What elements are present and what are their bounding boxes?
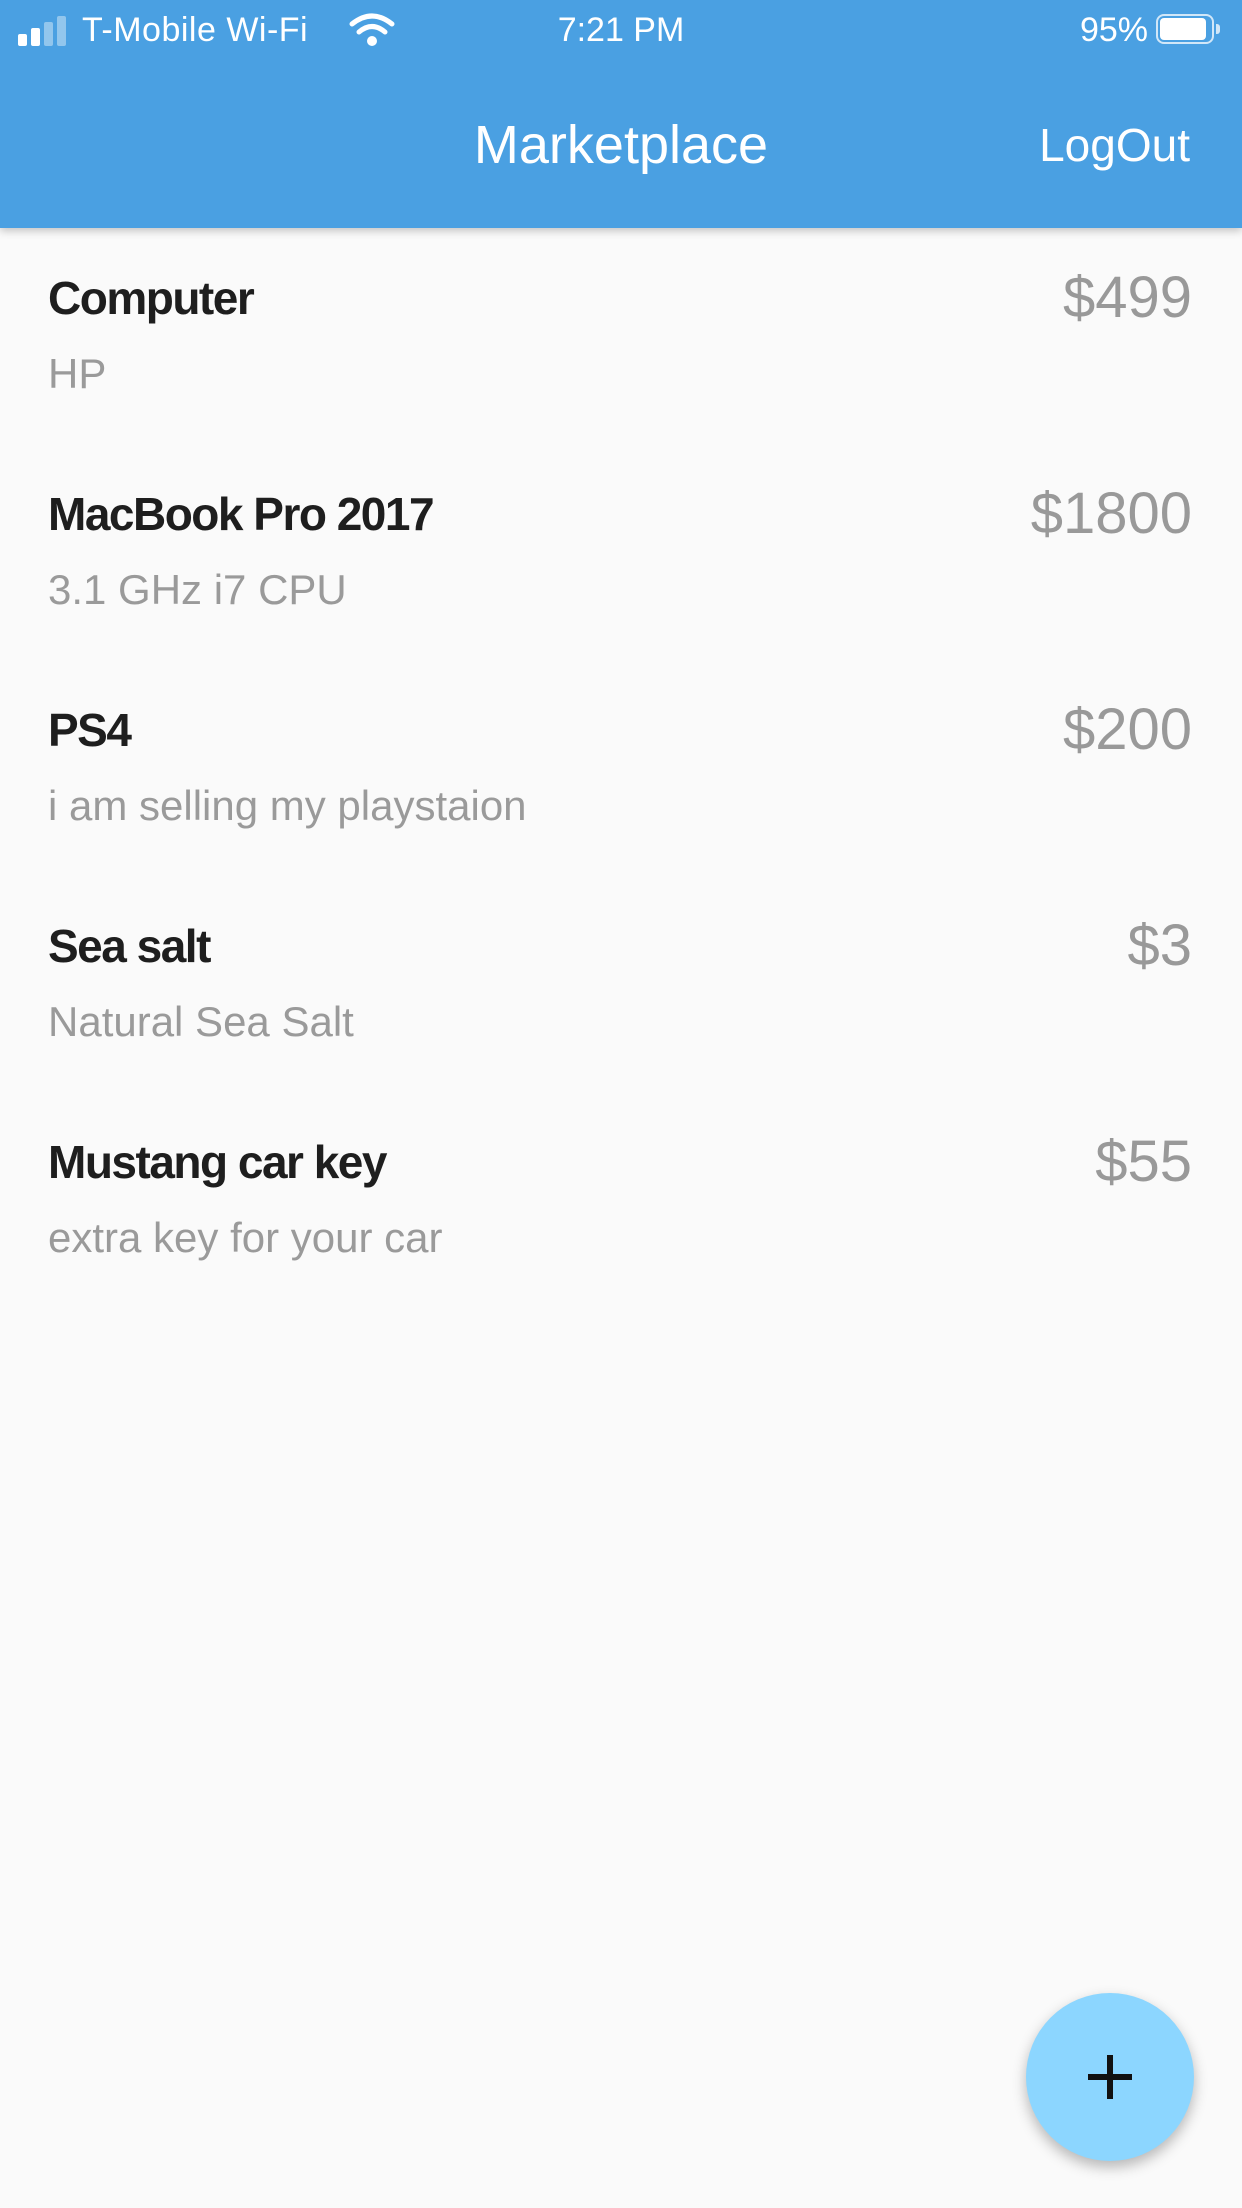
plus-icon (1088, 2055, 1132, 2099)
listing-price: $1800 (1030, 481, 1192, 546)
listing-item[interactable]: Mustang car key extra key for your car $… (0, 1092, 1242, 1308)
listing-item[interactable]: Computer HP $499 (0, 228, 1242, 444)
battery-percentage: 95% (1079, 11, 1148, 49)
status-time: 7:21 PM (557, 11, 685, 49)
listing-item[interactable]: MacBook Pro 2017 3.1 GHz i7 CPU $1800 (0, 444, 1242, 660)
listing-description: 3.1 GHz i7 CPU (48, 566, 347, 613)
app-bar: T-Mobile Wi-Fi 7:21 PM 95% Marketplace L… (0, 0, 1242, 228)
add-listing-button[interactable] (1026, 1993, 1194, 2161)
listing-name: Mustang car key (48, 1136, 387, 1188)
listing-price: $3 (1127, 913, 1192, 978)
listing-name: Computer (48, 272, 255, 324)
status-bar: T-Mobile Wi-Fi 7:21 PM 95% (0, 0, 1242, 60)
listing-description: HP (48, 350, 107, 397)
listing-description: extra key for your car (48, 1214, 443, 1261)
listing-item[interactable]: PS4 i am selling my playstaion $200 (0, 660, 1242, 876)
listing-price: $55 (1095, 1129, 1192, 1194)
listing-name: MacBook Pro 2017 (48, 488, 435, 540)
battery-icon (1156, 14, 1220, 46)
listing-price: $200 (1062, 697, 1192, 762)
listing-price: $499 (1062, 265, 1192, 330)
listing-list: Computer HP $499 MacBook Pro 2017 3.1 GH… (0, 228, 1242, 1308)
listing-description: Natural Sea Salt (48, 998, 354, 1045)
logout-button[interactable]: LogOut (1039, 110, 1190, 180)
listing-description: i am selling my playstaion (48, 782, 527, 829)
listing-name: Sea salt (48, 920, 211, 972)
listing-item[interactable]: Sea salt Natural Sea Salt $3 (0, 876, 1242, 1092)
listing-name: PS4 (48, 704, 132, 756)
